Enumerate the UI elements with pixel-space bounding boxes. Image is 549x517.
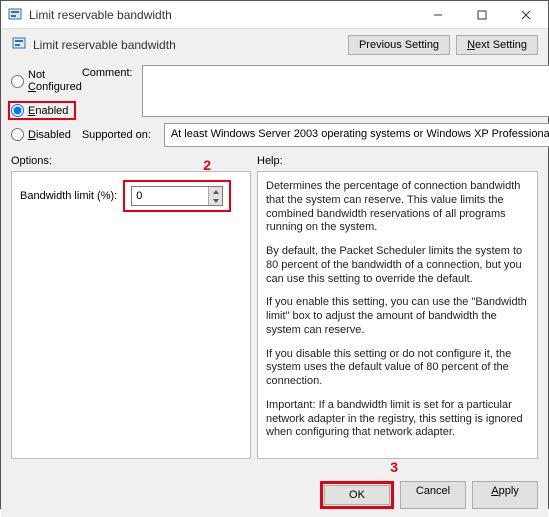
bandwidth-limit-label: Bandwidth limit (%): <box>20 190 117 202</box>
maximize-button[interactable] <box>460 1 504 29</box>
spin-down-button[interactable] <box>209 196 222 205</box>
cancel-button[interactable]: Cancel <box>400 481 466 509</box>
comment-label: Comment: <box>82 65 142 79</box>
bandwidth-limit-stepper[interactable] <box>131 186 223 206</box>
apply-button[interactable]: Apply <box>472 481 538 509</box>
help-paragraph: Important: If a bandwidth limit is set f… <box>266 399 529 440</box>
supported-on-value: At least Windows Server 2003 operating s… <box>164 123 549 147</box>
radio-disabled-input[interactable] <box>11 128 24 141</box>
window-title: Limit reservable bandwidth <box>29 8 416 22</box>
help-paragraph: If you disable this setting or do not co… <box>266 348 529 389</box>
page-title: Limit reservable bandwidth <box>33 38 348 52</box>
radio-not-configured-input[interactable] <box>11 75 24 88</box>
state-radio-group: Not Configured Enabled Disabled <box>11 65 82 149</box>
content-area: Limit reservable bandwidth Previous Sett… <box>1 29 548 517</box>
ok-button[interactable]: OK <box>324 485 390 505</box>
help-paragraph: By default, the Packet Scheduler limits … <box>266 245 529 286</box>
radio-enabled-input[interactable] <box>11 104 24 117</box>
policy-icon <box>7 7 23 23</box>
minimize-button[interactable] <box>416 1 460 29</box>
help-label: Help: <box>257 155 538 167</box>
supported-on-label: Supported on: <box>82 129 164 141</box>
dialog-footer: OK Cancel Apply <box>11 481 538 509</box>
options-panel: Bandwidth limit (%): <box>11 171 251 459</box>
titlebar: Limit reservable bandwidth <box>1 1 548 29</box>
close-button[interactable] <box>504 1 548 29</box>
help-paragraph: Determines the percentage of connection … <box>266 180 529 235</box>
next-setting-button[interactable]: Next Setting <box>456 35 538 55</box>
spin-up-button[interactable] <box>209 187 222 196</box>
policy-icon <box>11 36 27 55</box>
annotation-3: 3 <box>390 459 398 475</box>
comment-textarea[interactable] <box>142 65 549 117</box>
options-label: Options: <box>11 155 203 167</box>
radio-not-configured[interactable]: Not Configured <box>11 69 82 93</box>
bandwidth-limit-input[interactable] <box>136 187 208 205</box>
previous-setting-button[interactable]: Previous Setting <box>348 35 450 55</box>
radio-enabled[interactable]: Enabled <box>11 104 68 117</box>
radio-disabled[interactable]: Disabled <box>11 128 82 141</box>
help-paragraph: If you enable this setting, you can use … <box>266 296 529 337</box>
dialog-window: Limit reservable bandwidth Limit reserva… <box>0 0 549 509</box>
help-panel: Determines the percentage of connection … <box>257 171 538 459</box>
